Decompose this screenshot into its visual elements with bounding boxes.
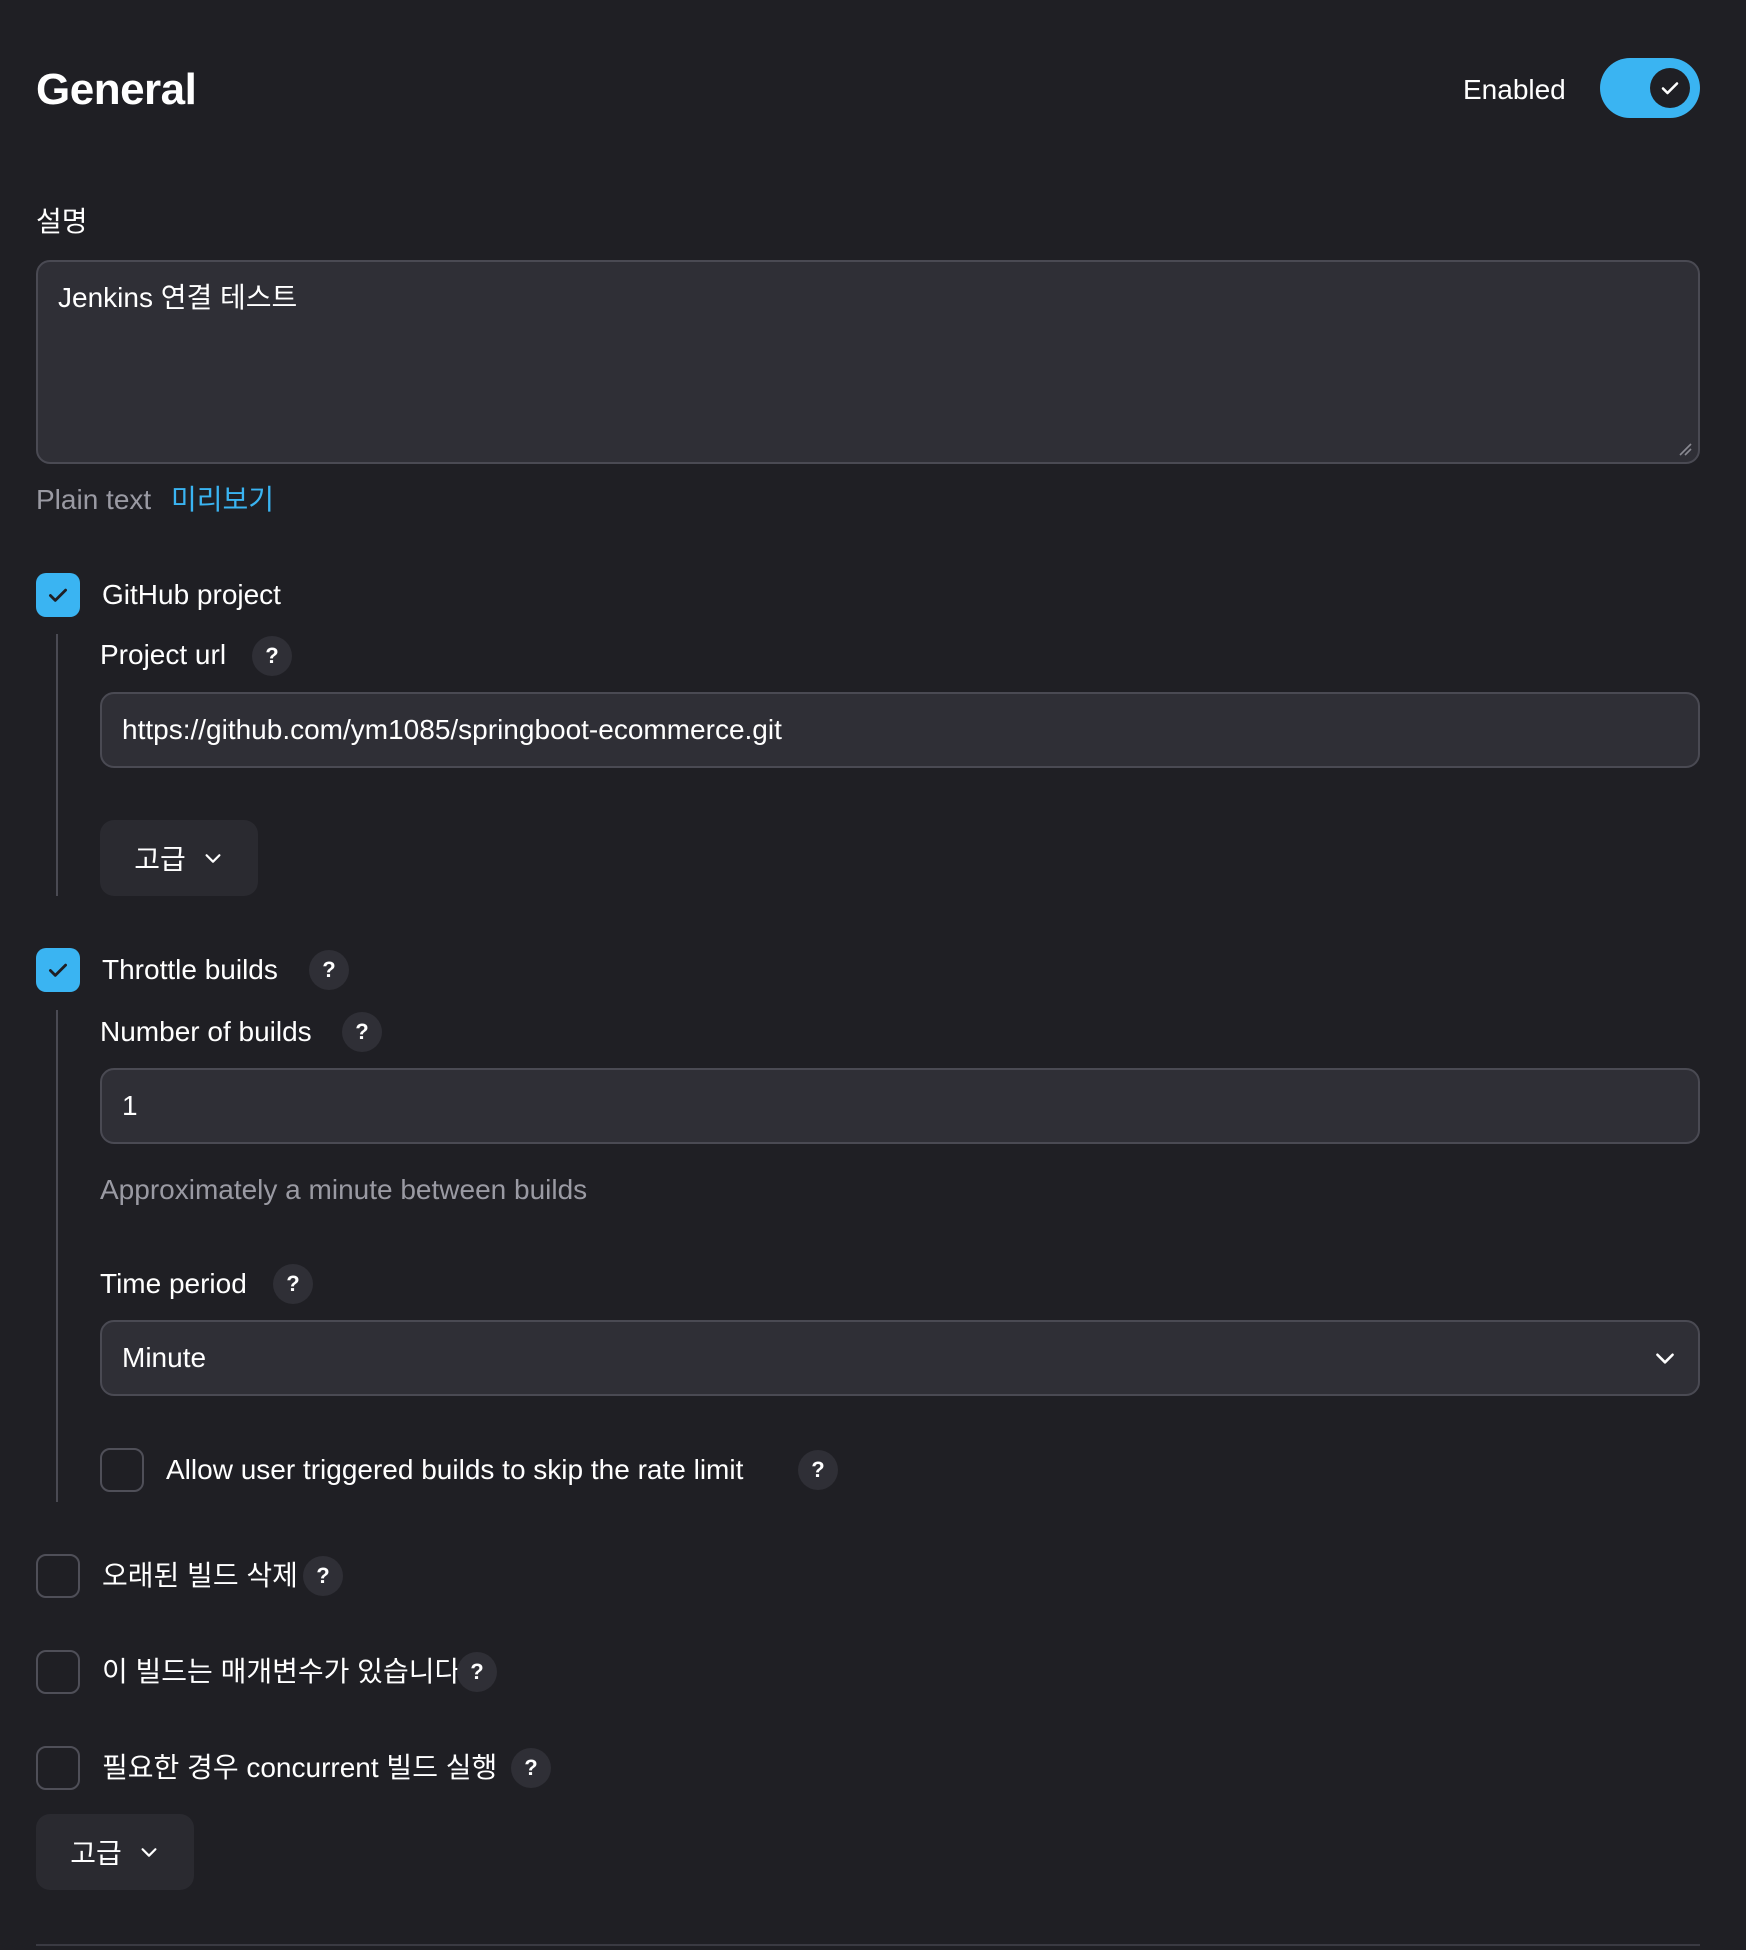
number-of-builds-input[interactable]: 1 — [100, 1068, 1700, 1144]
throttle-builds-checkbox[interactable] — [36, 948, 80, 992]
advanced-label: 고급 — [70, 1838, 122, 1869]
check-icon — [49, 963, 67, 977]
project-url-help-icon[interactable]: ? — [252, 636, 292, 676]
enabled-toggle[interactable] — [1600, 58, 1700, 118]
description-label: 설명 — [36, 206, 88, 237]
advanced-label: 고급 — [134, 844, 186, 875]
preview-link[interactable]: 미리보기 — [171, 482, 274, 518]
github-project-checkbox[interactable] — [36, 573, 80, 617]
number-of-builds-label: Number of builds — [100, 1016, 312, 1047]
page-title: General — [36, 65, 197, 114]
skip-rate-limit-checkbox[interactable] — [100, 1448, 144, 1492]
github-advanced-button[interactable]: 고급 — [100, 820, 258, 896]
concurrent-builds-label: 필요한 경우 concurrent 빌드 실행 — [102, 1752, 498, 1783]
toggle-knob — [1650, 68, 1690, 108]
parameterized-build-label: 이 빌드는 매개변수가 있습니다 — [102, 1656, 461, 1687]
discard-old-builds-label: 오래된 빌드 삭제 — [102, 1560, 298, 1591]
project-url-label: Project url — [100, 639, 227, 670]
concurrent-builds-checkbox[interactable] — [36, 1746, 80, 1790]
chevron-down-icon — [205, 854, 221, 863]
number-of-builds-help-icon[interactable]: ? — [342, 1012, 382, 1052]
check-icon — [1661, 82, 1679, 95]
throttle-builds-label: Throttle builds — [102, 954, 278, 985]
section-divider — [36, 1944, 1700, 1946]
throttle-section-line — [56, 1010, 58, 1502]
concurrent-builds-help-icon[interactable]: ? — [511, 1748, 551, 1788]
github-project-label: GitHub project — [102, 579, 281, 610]
github-section-line — [56, 634, 58, 896]
general-settings-page: General Enabled 설명 Jenkins 연결 테스트 Plain … — [0, 0, 1746, 1950]
description-text: Jenkins 연결 테스트 — [58, 282, 298, 313]
general-advanced-button[interactable]: 고급 — [36, 1814, 194, 1890]
enabled-label: Enabled — [1463, 74, 1566, 105]
plain-text-label: Plain text — [36, 484, 152, 515]
number-of-builds-value: 1 — [122, 1090, 138, 1121]
time-period-help-icon[interactable]: ? — [273, 1264, 313, 1304]
skip-rate-limit-label: Allow user triggered builds to skip the … — [166, 1454, 744, 1485]
skip-rate-limit-help-icon[interactable]: ? — [798, 1450, 838, 1490]
throttle-builds-help-icon[interactable]: ? — [309, 950, 349, 990]
time-period-select[interactable]: Minute — [100, 1320, 1700, 1396]
check-icon — [49, 588, 67, 602]
number-of-builds-hint: Approximately a minute between builds — [100, 1174, 588, 1205]
chevron-down-icon — [1656, 1353, 1674, 1364]
project-url-value: https://github.com/ym1085/springboot-eco… — [122, 714, 782, 745]
resize-grip-icon[interactable] — [1678, 442, 1692, 456]
discard-old-builds-help-icon[interactable]: ? — [303, 1556, 343, 1596]
parameterized-build-checkbox[interactable] — [36, 1650, 80, 1694]
discard-old-builds-checkbox[interactable] — [36, 1554, 80, 1598]
time-period-label: Time period — [100, 1268, 247, 1299]
chevron-down-icon — [141, 1848, 157, 1857]
time-period-value: Minute — [122, 1342, 207, 1373]
parameterized-build-help-icon[interactable]: ? — [457, 1652, 497, 1692]
description-textarea[interactable]: Jenkins 연결 테스트 — [36, 260, 1700, 464]
project-url-input[interactable]: https://github.com/ym1085/springboot-eco… — [100, 692, 1700, 768]
